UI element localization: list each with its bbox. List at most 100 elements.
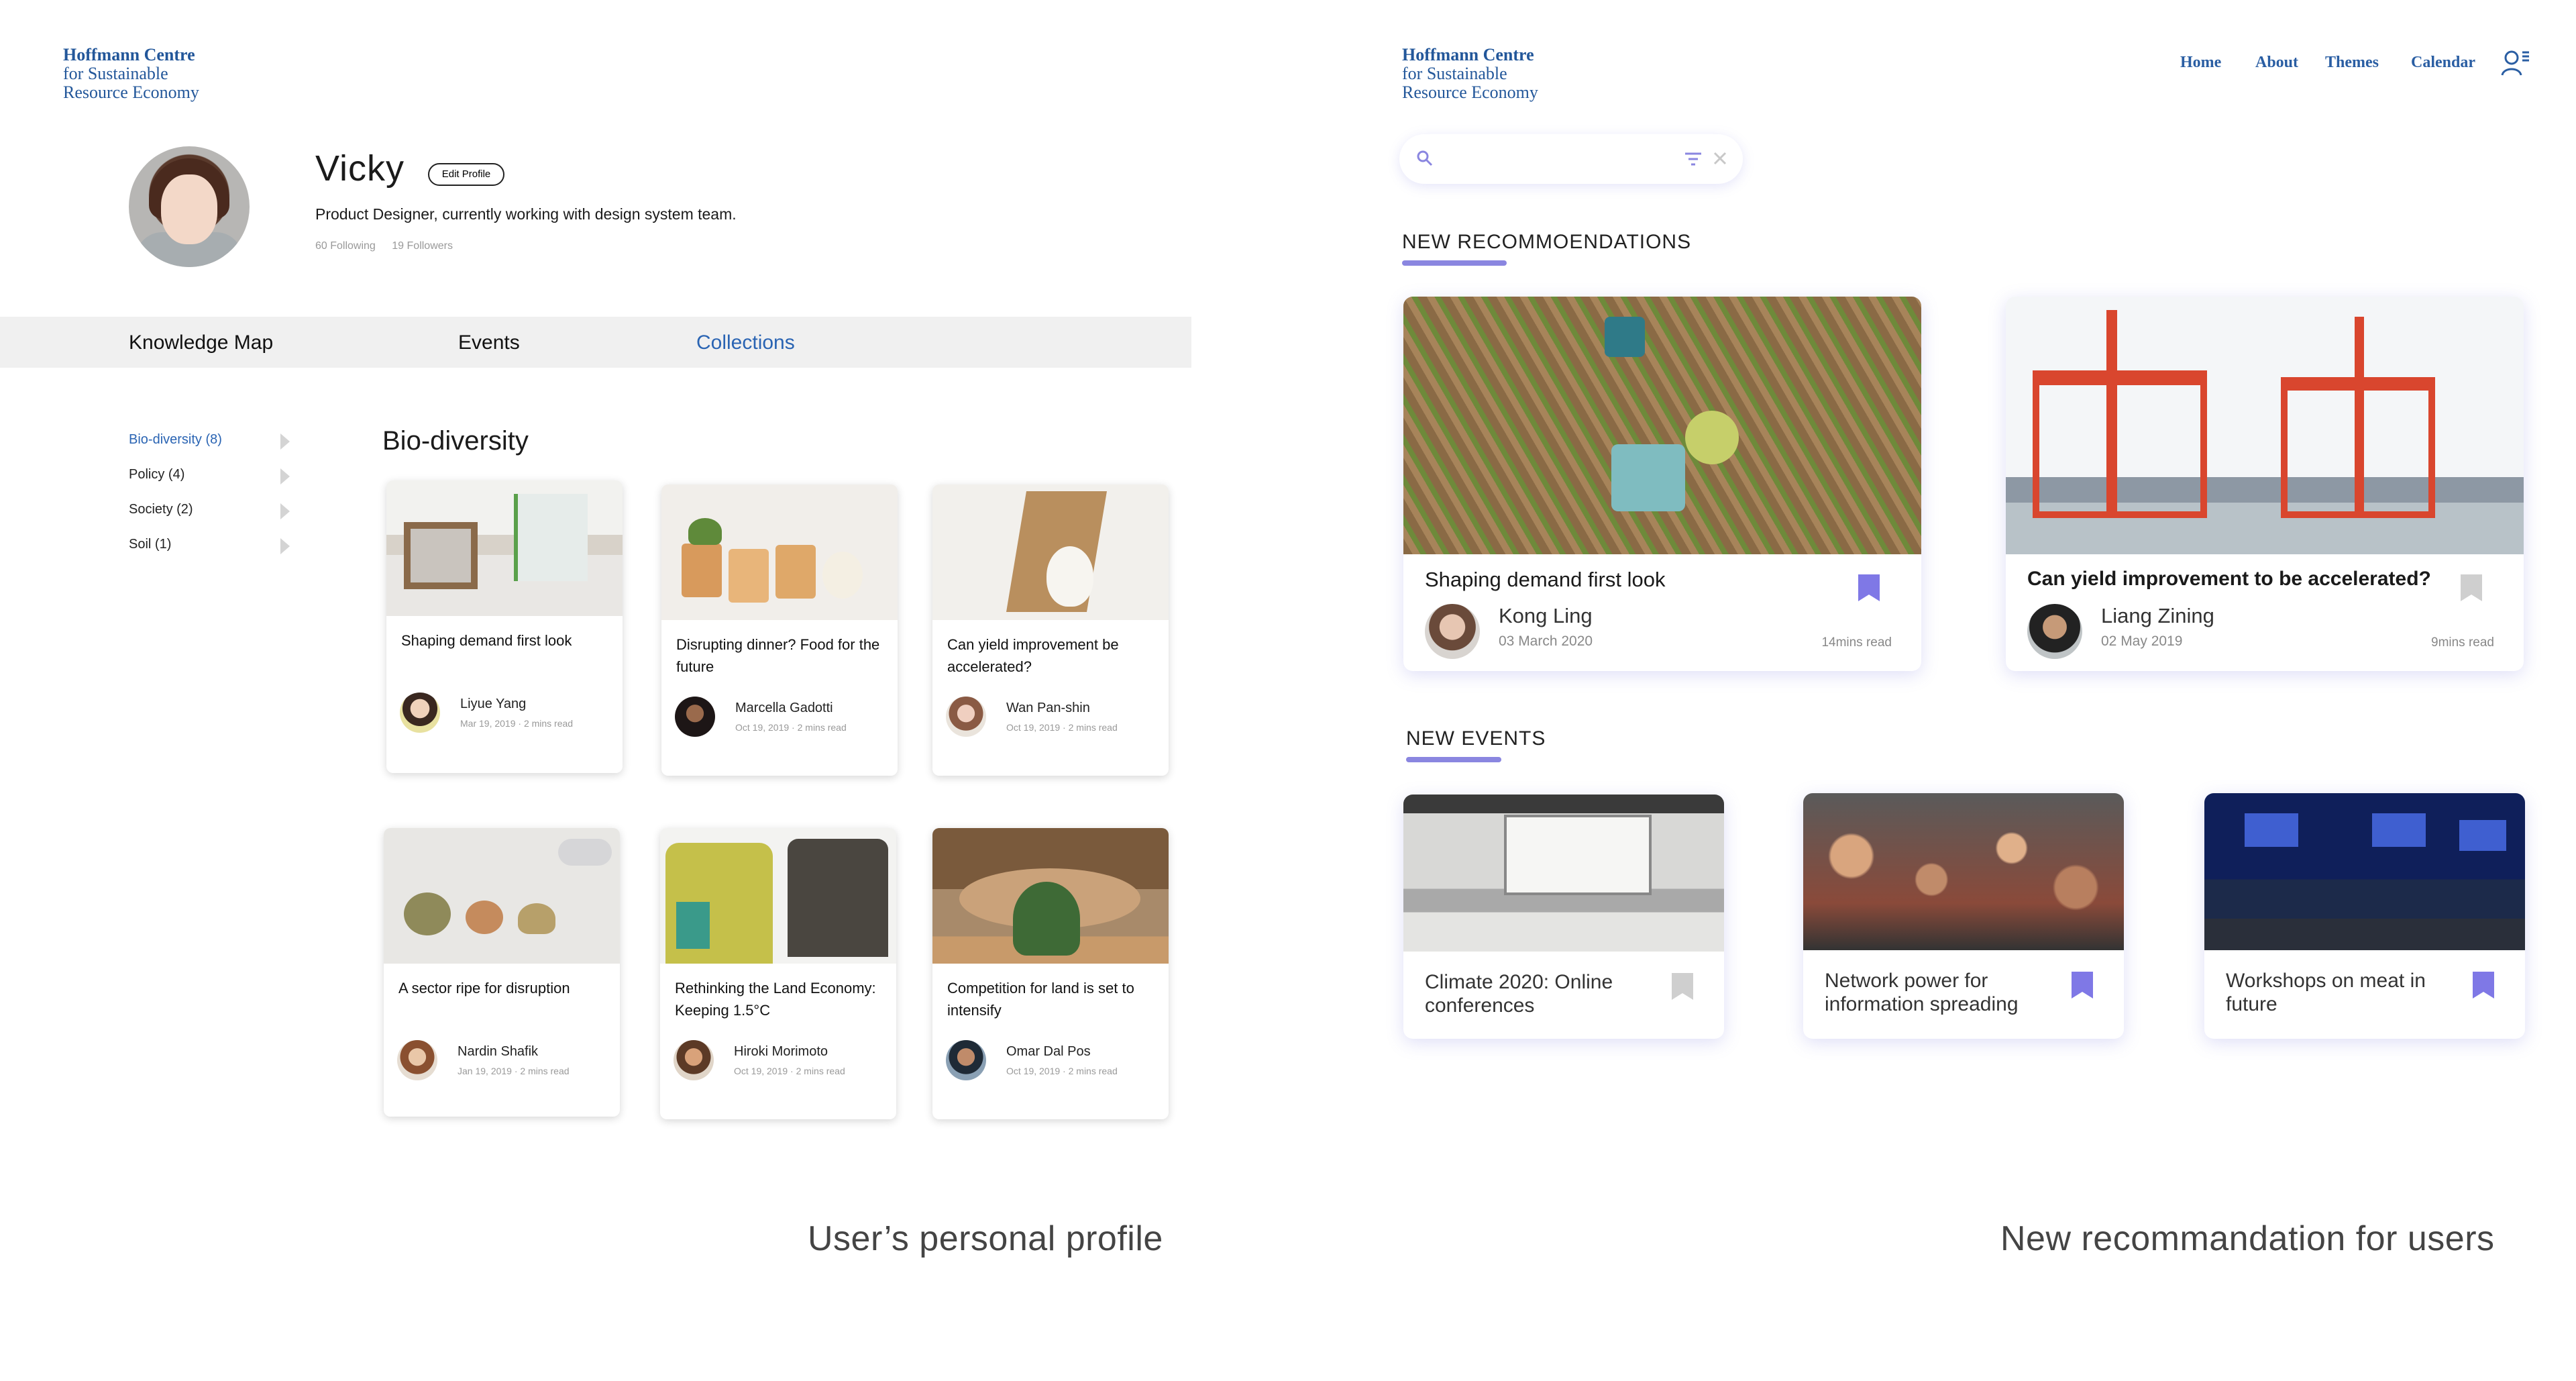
profile-role: Product Designer, currently working with… [315,205,737,223]
search-input[interactable] [1442,145,1670,173]
author-name[interactable]: Nardin Shafik [458,1044,538,1060]
edit-profile-button[interactable]: Edit Profile [428,163,504,186]
article-card[interactable]: Disrupting dinner? Food for the future M… [661,484,898,776]
events-heading: NEW EVENTS [1406,727,1546,750]
event-title[interactable]: Workshops on meat in future [2226,969,2427,1016]
article-card[interactable]: Can yield improvement be accelerated? Wa… [932,484,1169,776]
nav-themes[interactable]: Themes [2325,54,2379,72]
search-bar[interactable] [1399,134,1743,184]
article-card[interactable]: A sector ripe for disruption Nardin Shaf… [384,828,620,1117]
article-meta: Mar 19, 2019 · 2 mins read [460,718,574,729]
event-card[interactable]: Climate 2020: Online conferences [1403,795,1724,1039]
event-card[interactable]: Network power for information spreading [1803,793,2124,1039]
article-meta: Oct 19, 2019 · 2 mins read [734,1066,845,1076]
category-item[interactable]: Bio-diversity (8) [129,429,297,464]
bookmark-icon[interactable] [1672,973,1693,1000]
article-title[interactable]: Can yield improvement be accelerated? [947,633,1157,678]
category-item[interactable]: Society (2) [129,499,297,534]
article-title[interactable]: A sector ripe for disruption [398,977,608,999]
recommendation-image [2006,297,2524,554]
tab-collections[interactable]: Collections [696,331,795,354]
profile-tabbar: Knowledge Map Events Collections [0,317,1191,368]
followers-count[interactable]: 19 Followers [392,240,453,252]
article-title[interactable]: Disrupting dinner? Food for the future [676,633,885,678]
article-card[interactable]: Shaping demand first look Liyue Yang Mar… [386,480,623,773]
recommendations-heading: NEW RECOMMOENDATIONS [1402,231,1692,253]
author-avatar [946,697,986,737]
profile-avatar [129,146,250,267]
article-card[interactable]: Rethinking the Land Economy: Keeping 1.5… [660,828,896,1119]
recommendation-image [1403,297,1921,554]
recommendation-card[interactable]: Can yield improvement to be accelerated?… [2006,297,2524,671]
category-label: Society (2) [129,502,193,517]
author-name[interactable]: Liang Zining [2101,604,2214,628]
author-avatar [675,697,715,737]
recommendation-card[interactable]: Shaping demand first look Kong Ling 03 M… [1403,297,1921,671]
event-image [2204,793,2525,950]
article-thumbnail [660,828,896,964]
article-title[interactable]: Shaping demand first look [401,629,610,652]
bookmark-icon[interactable] [2072,972,2093,999]
article-meta: Oct 19, 2019 · 2 mins read [1006,1066,1118,1076]
recommendation-title[interactable]: Can yield improvement to be accelerated? [2027,568,2431,591]
author-avatar [397,1040,437,1080]
search-icon[interactable] [1415,149,1434,168]
author-avatar [400,693,440,733]
filter-icon[interactable] [1684,150,1703,168]
chevron-right-icon [280,538,290,554]
tab-events[interactable]: Events [458,331,520,354]
article-title[interactable]: Rethinking the Land Economy: Keeping 1.5… [675,977,884,1021]
article-thumbnail [932,828,1169,964]
tab-knowledge-map[interactable]: Knowledge Map [129,331,273,354]
bookmark-icon[interactable] [2473,972,2494,999]
logo[interactable]: Hoffmann Centre for Sustainable Resource… [1402,46,1538,102]
event-image [1803,793,2124,950]
article-meta: Jan 19, 2019 · 2 mins read [458,1066,570,1076]
following-count[interactable]: 60 Following [315,240,376,252]
author-name[interactable]: Wan Pan-shin [1006,701,1090,716]
author-avatar [1425,604,1480,659]
event-image [1403,795,1724,952]
article-thumbnail [384,828,620,964]
article-thumbnail [932,484,1169,620]
chevron-right-icon [280,468,290,484]
event-title[interactable]: Climate 2020: Online conferences [1425,970,1626,1017]
author-name[interactable]: Liyue Yang [460,697,526,712]
article-title[interactable]: Competition for land is set to intensify [947,977,1157,1021]
nav-home[interactable]: Home [2180,54,2221,72]
author-name[interactable]: Hiroki Morimoto [734,1044,828,1060]
article-meta: Oct 19, 2019 · 2 mins read [1006,722,1118,733]
logo-line-3: Resource Economy [63,83,199,102]
recommendations-underline [1402,260,1507,266]
close-icon[interactable] [1712,150,1728,166]
category-item[interactable]: Soil (1) [129,534,297,569]
user-menu-icon[interactable] [2501,48,2530,78]
nav-calendar[interactable]: Calendar [2411,54,2475,72]
category-label: Soil (1) [129,537,172,552]
bookmark-icon[interactable] [1858,574,1880,601]
category-item[interactable]: Policy (4) [129,464,297,499]
logo[interactable]: Hoffmann Centre for Sustainable Resource… [63,46,199,102]
left-caption: User’s personal profile [808,1219,1163,1258]
logo-line-2: for Sustainable [63,64,168,83]
author-name[interactable]: Marcella Gadotti [735,701,833,716]
logo-line-2: for Sustainable [1402,64,1507,83]
logo-line-3: Resource Economy [1402,83,1538,102]
article-card[interactable]: Competition for land is set to intensify… [932,828,1169,1119]
event-title[interactable]: Network power for information spreading [1825,969,2026,1016]
category-list: Bio-diversity (8) Policy (4) Society (2)… [129,429,297,569]
collection-section-title: Bio-diversity [382,426,529,456]
category-label: Policy (4) [129,467,185,482]
event-card[interactable]: Workshops on meat in future [2204,793,2525,1039]
recommendation-title[interactable]: Shaping demand first look [1425,568,1665,592]
nav-about[interactable]: About [2255,54,2298,72]
author-name[interactable]: Omar Dal Pos [1006,1044,1091,1060]
author-name[interactable]: Kong Ling [1499,604,1593,628]
bookmark-icon[interactable] [2461,574,2482,601]
read-time: 14mins read [1821,635,1892,650]
chevron-right-icon [280,503,290,519]
category-label: Bio-diversity (8) [129,432,222,447]
author-avatar [674,1040,714,1080]
logo-line-1: Hoffmann Centre [1402,45,1534,64]
author-avatar [946,1040,986,1080]
